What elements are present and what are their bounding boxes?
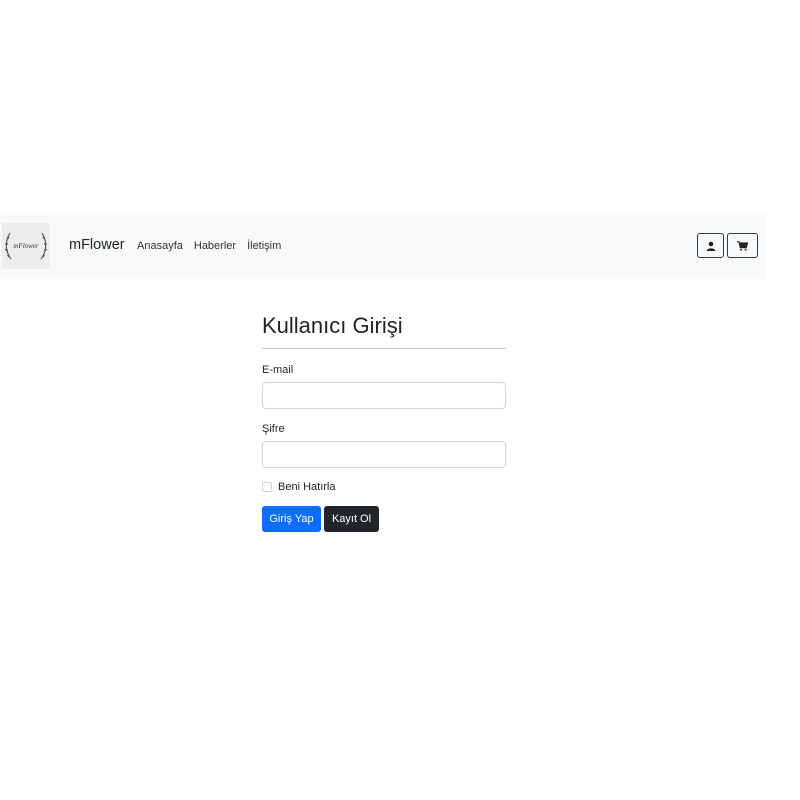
password-label: Şifre [262,423,285,435]
page: mFlower mFlower Anasayfa Haberler İletiş… [0,0,800,800]
cart-icon [737,240,748,251]
svg-text:mFlower: mFlower [13,242,39,250]
login-form: Kullanıcı Girişi E-mail Şifre Beni Hatır… [262,308,506,532]
remember-row: Beni Hatırla [262,481,335,493]
nav-link-iletisim[interactable]: İletişim [247,240,281,252]
nav-link-haberler[interactable]: Haberler [194,240,236,252]
register-button[interactable]: Kayıt Ol [324,506,379,532]
logo[interactable]: mFlower [2,223,50,269]
navbar: mFlower mFlower Anasayfa Haberler İletiş… [0,213,766,279]
nav-link-anasayfa[interactable]: Anasayfa [137,240,183,252]
title-divider [262,348,506,349]
brand-name[interactable]: mFlower [69,237,125,253]
password-field[interactable] [262,441,506,468]
remember-label[interactable]: Beni Hatırla [278,481,335,493]
email-label: E-mail [262,364,294,376]
remember-checkbox[interactable] [262,482,272,492]
cart-button[interactable] [727,233,758,258]
user-icon [706,241,715,251]
page-title: Kullanıcı Girişi [262,313,403,338]
login-button[interactable]: Giriş Yap [262,506,321,532]
user-button[interactable] [697,233,724,258]
email-field[interactable] [262,382,506,409]
nav-links: Anasayfa Haberler İletişim [137,240,281,252]
